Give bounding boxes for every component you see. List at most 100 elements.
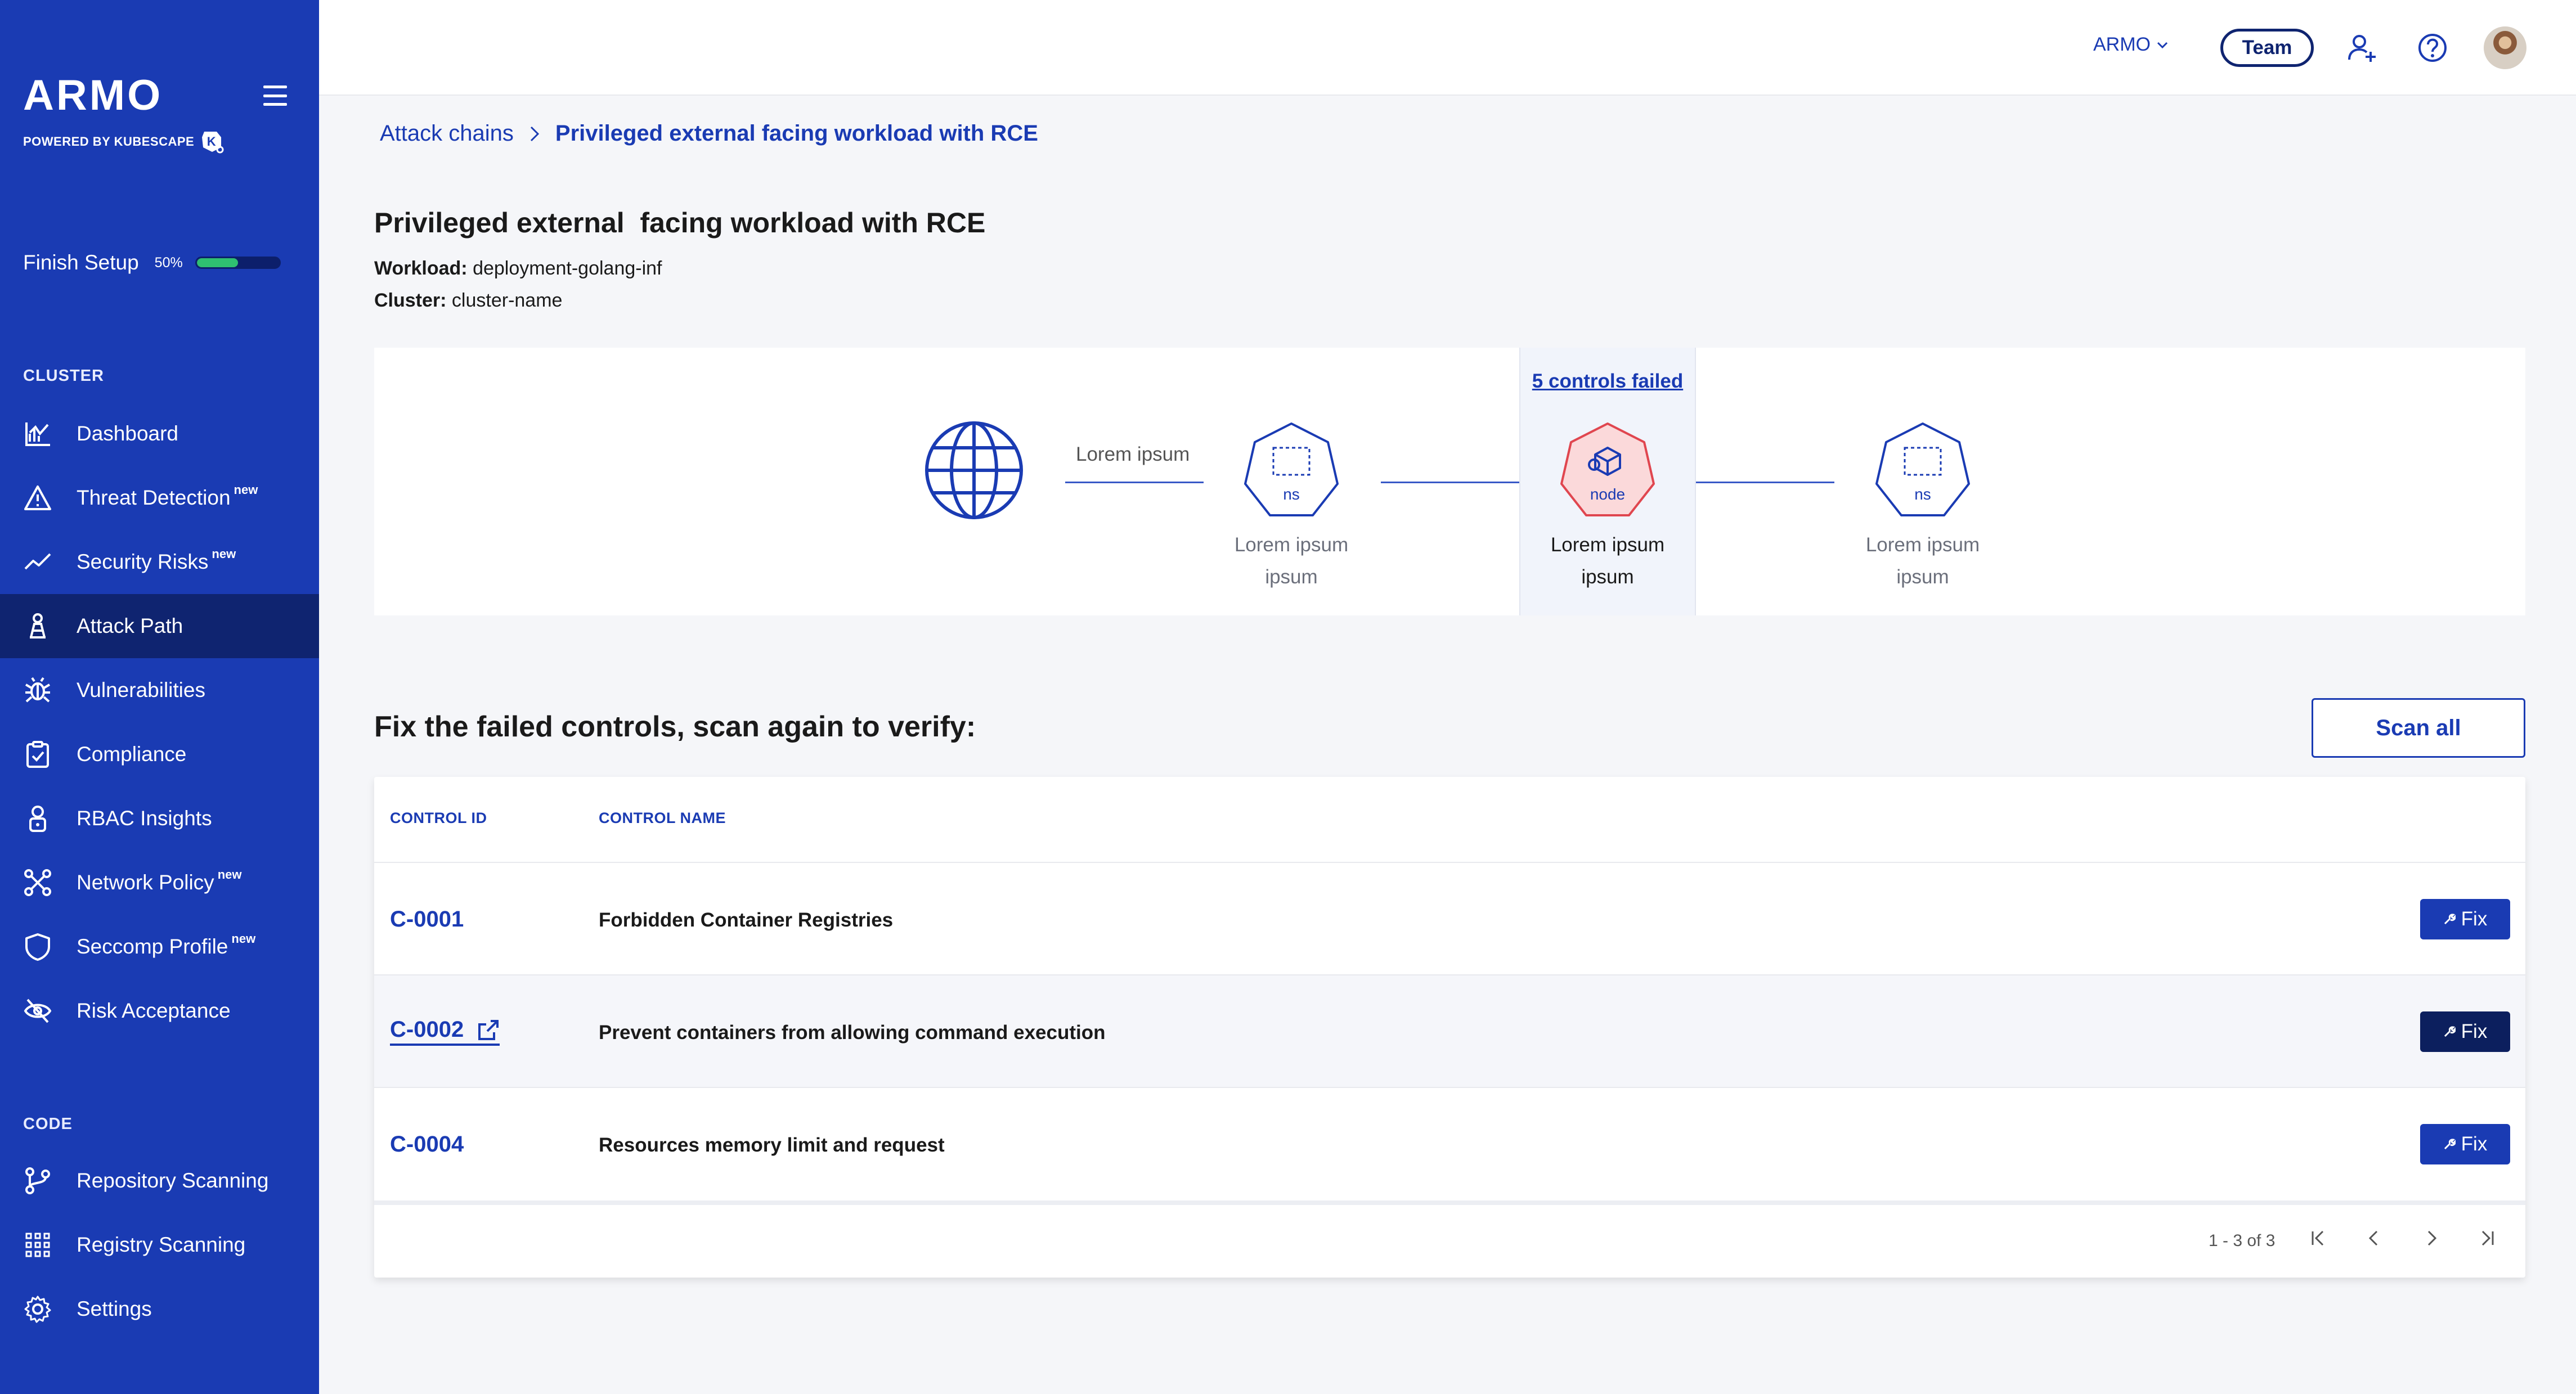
next-page-button[interactable]	[2414, 1221, 2448, 1255]
column-header-control-name[interactable]: CONTROL NAME	[599, 810, 726, 827]
breadcrumb: Attack chains Privileged external facing…	[380, 121, 1038, 146]
edge-label: Lorem ipsum	[1076, 443, 1190, 465]
controls-failed-link[interactable]: 5 controls failed	[1519, 370, 1696, 393]
team-button[interactable]: Team	[2220, 29, 2314, 67]
warning-triangle-icon	[24, 485, 51, 510]
chain-edge	[1381, 482, 1519, 483]
wrench-icon	[2444, 1026, 2456, 1037]
control-id-link[interactable]: C-0001	[390, 907, 464, 932]
failed-node[interactable]: node	[1557, 421, 1658, 522]
chevron-right-icon	[2427, 1230, 2437, 1246]
namespace-node[interactable]: ns	[1872, 421, 1973, 522]
column-header-control-id[interactable]: CONTROL ID	[390, 810, 487, 827]
sidebar-item-rbac-insights[interactable]: RBAC Insights	[0, 786, 319, 851]
attack-path-icon	[30, 613, 46, 638]
fix-button[interactable]: Fix	[2420, 899, 2510, 939]
control-name: Prevent containers from allowing command…	[599, 1022, 1106, 1044]
sidebar-item-label: Repository Scanning	[77, 1169, 269, 1192]
first-page-icon	[2312, 1230, 2324, 1246]
sidebar-item-repository-scanning[interactable]: Repository Scanning	[0, 1149, 319, 1213]
section-label-cluster: CLUSTER	[23, 367, 104, 385]
sidebar-item-label: Dashboard	[77, 422, 179, 445]
prev-page-button[interactable]	[2358, 1221, 2391, 1255]
svg-text:node: node	[1590, 485, 1625, 503]
first-page-button[interactable]	[2301, 1221, 2335, 1255]
sidebar-item-label: Threat Detection	[77, 486, 231, 509]
fix-button[interactable]: Fix	[2420, 1011, 2510, 1052]
page-title: Privileged external facing workload with…	[374, 207, 986, 239]
sidebar-item-label: Registry Scanning	[77, 1233, 246, 1256]
sidebar-item-threat-detection[interactable]: Threat Detection new	[0, 466, 319, 530]
sidebar: ARMO POWERED BY KUBESCAPE K Finish Setup…	[0, 0, 319, 1394]
node-caption: Lorem ipsum ipsum	[1234, 534, 1349, 588]
sidebar-item-registry-scanning[interactable]: Registry Scanning	[0, 1213, 319, 1277]
git-branch-icon	[25, 1167, 50, 1194]
sidebar-item-dashboard[interactable]: Dashboard	[0, 402, 319, 466]
sidebar-item-security-risks[interactable]: Security Risks new	[0, 530, 319, 594]
sidebar-item-attack-path[interactable]: Attack Path	[0, 594, 319, 658]
workload-value: deployment-golang-inf	[473, 258, 662, 279]
svg-text:ns: ns	[1283, 485, 1300, 503]
sidebar-item-label: Settings	[77, 1297, 152, 1320]
add-user-icon[interactable]	[2346, 32, 2378, 64]
sidebar-item-seccomp-profile[interactable]: Seccomp Profile new	[0, 915, 319, 979]
workload-label: Workload:	[374, 258, 468, 279]
top-bar: ARMO Team	[319, 0, 2576, 96]
pagination-range: 1 - 3 of 3	[2209, 1231, 2276, 1250]
user-lock-icon	[29, 806, 46, 832]
org-selector[interactable]: ARMO	[2093, 34, 2169, 56]
sidebar-item-label: Risk Acceptance	[77, 999, 231, 1022]
new-badge: new	[212, 547, 236, 561]
namespace-node[interactable]: ns	[1241, 421, 1342, 522]
table-row[interactable]: C-0004 Resources memory limit and reques…	[374, 1087, 2525, 1199]
avatar[interactable]	[2484, 26, 2526, 69]
cluster-value: cluster-name	[451, 290, 563, 311]
table-row[interactable]: C-0001 Forbidden Container Registries Fi…	[374, 862, 2525, 974]
control-id-link[interactable]: C-0002	[390, 1017, 500, 1046]
sidebar-item-label: Vulnerabilities	[77, 678, 205, 702]
control-name: Resources memory limit and request	[599, 1134, 945, 1156]
clipboard-check-icon	[26, 741, 49, 768]
attack-chain-panel: 5 controls failed Lorem ipsum ns Lorem i…	[374, 348, 2525, 615]
cluster-info: Cluster: cluster-name	[374, 290, 562, 312]
powered-by: POWERED BY KUBESCAPE K	[23, 129, 225, 154]
globe-icon[interactable]	[923, 420, 1025, 521]
svg-text:K: K	[207, 134, 216, 149]
scan-all-button[interactable]: Scan all	[2312, 698, 2525, 758]
external-link-icon[interactable]	[477, 1019, 500, 1041]
chevron-left-icon	[2368, 1230, 2378, 1246]
help-circle-icon[interactable]	[2416, 32, 2449, 64]
control-name: Forbidden Container Registries	[599, 909, 894, 931]
sidebar-item-compliance[interactable]: Compliance	[0, 722, 319, 786]
chain-edge	[1696, 482, 1834, 483]
table-row[interactable]: C-0002 Prevent containers from allowing …	[374, 974, 2525, 1087]
menu-toggle-icon[interactable]	[263, 86, 287, 106]
section-label-code: CODE	[23, 1115, 73, 1133]
fix-button[interactable]: Fix	[2420, 1124, 2510, 1164]
pagination-divider	[374, 1200, 2525, 1205]
control-id-link[interactable]: C-0004	[390, 1132, 464, 1157]
chevron-right-icon	[530, 126, 540, 141]
grid-dots-icon	[25, 1233, 50, 1257]
node-caption: Lorem ipsum ipsum	[1865, 534, 1980, 588]
kubescape-icon: K	[202, 132, 224, 154]
new-badge: new	[234, 483, 258, 497]
sidebar-item-label: Security Risks	[77, 550, 209, 573]
sidebar-item-network-policy[interactable]: Network Policy new	[0, 851, 319, 915]
armo-logo[interactable]: ARMO	[23, 74, 163, 117]
sidebar-item-label: Network Policy	[77, 871, 214, 894]
sidebar-item-label: Seccomp Profile	[77, 935, 228, 958]
sidebar-item-settings[interactable]: Settings	[0, 1277, 319, 1341]
node-caption: Lorem ipsum ipsum	[1550, 534, 1665, 588]
last-page-button[interactable]	[2470, 1221, 2504, 1255]
sidebar-item-vulnerabilities[interactable]: Vulnerabilities	[0, 658, 319, 722]
sidebar-item-risk-acceptance[interactable]: Risk Acceptance	[0, 979, 319, 1043]
new-badge: new	[217, 867, 242, 882]
breadcrumb-current: Privileged external facing workload with…	[555, 121, 1038, 146]
eye-off-icon	[24, 999, 52, 1023]
breadcrumb-attack-chains[interactable]: Attack chains	[380, 121, 514, 146]
fix-section-title: Fix the failed controls, scan again to v…	[374, 711, 976, 743]
finish-setup[interactable]: Finish Setup 50%	[23, 251, 281, 275]
wrench-icon	[2444, 1139, 2456, 1150]
workload-info: Workload: deployment-golang-inf	[374, 258, 662, 280]
